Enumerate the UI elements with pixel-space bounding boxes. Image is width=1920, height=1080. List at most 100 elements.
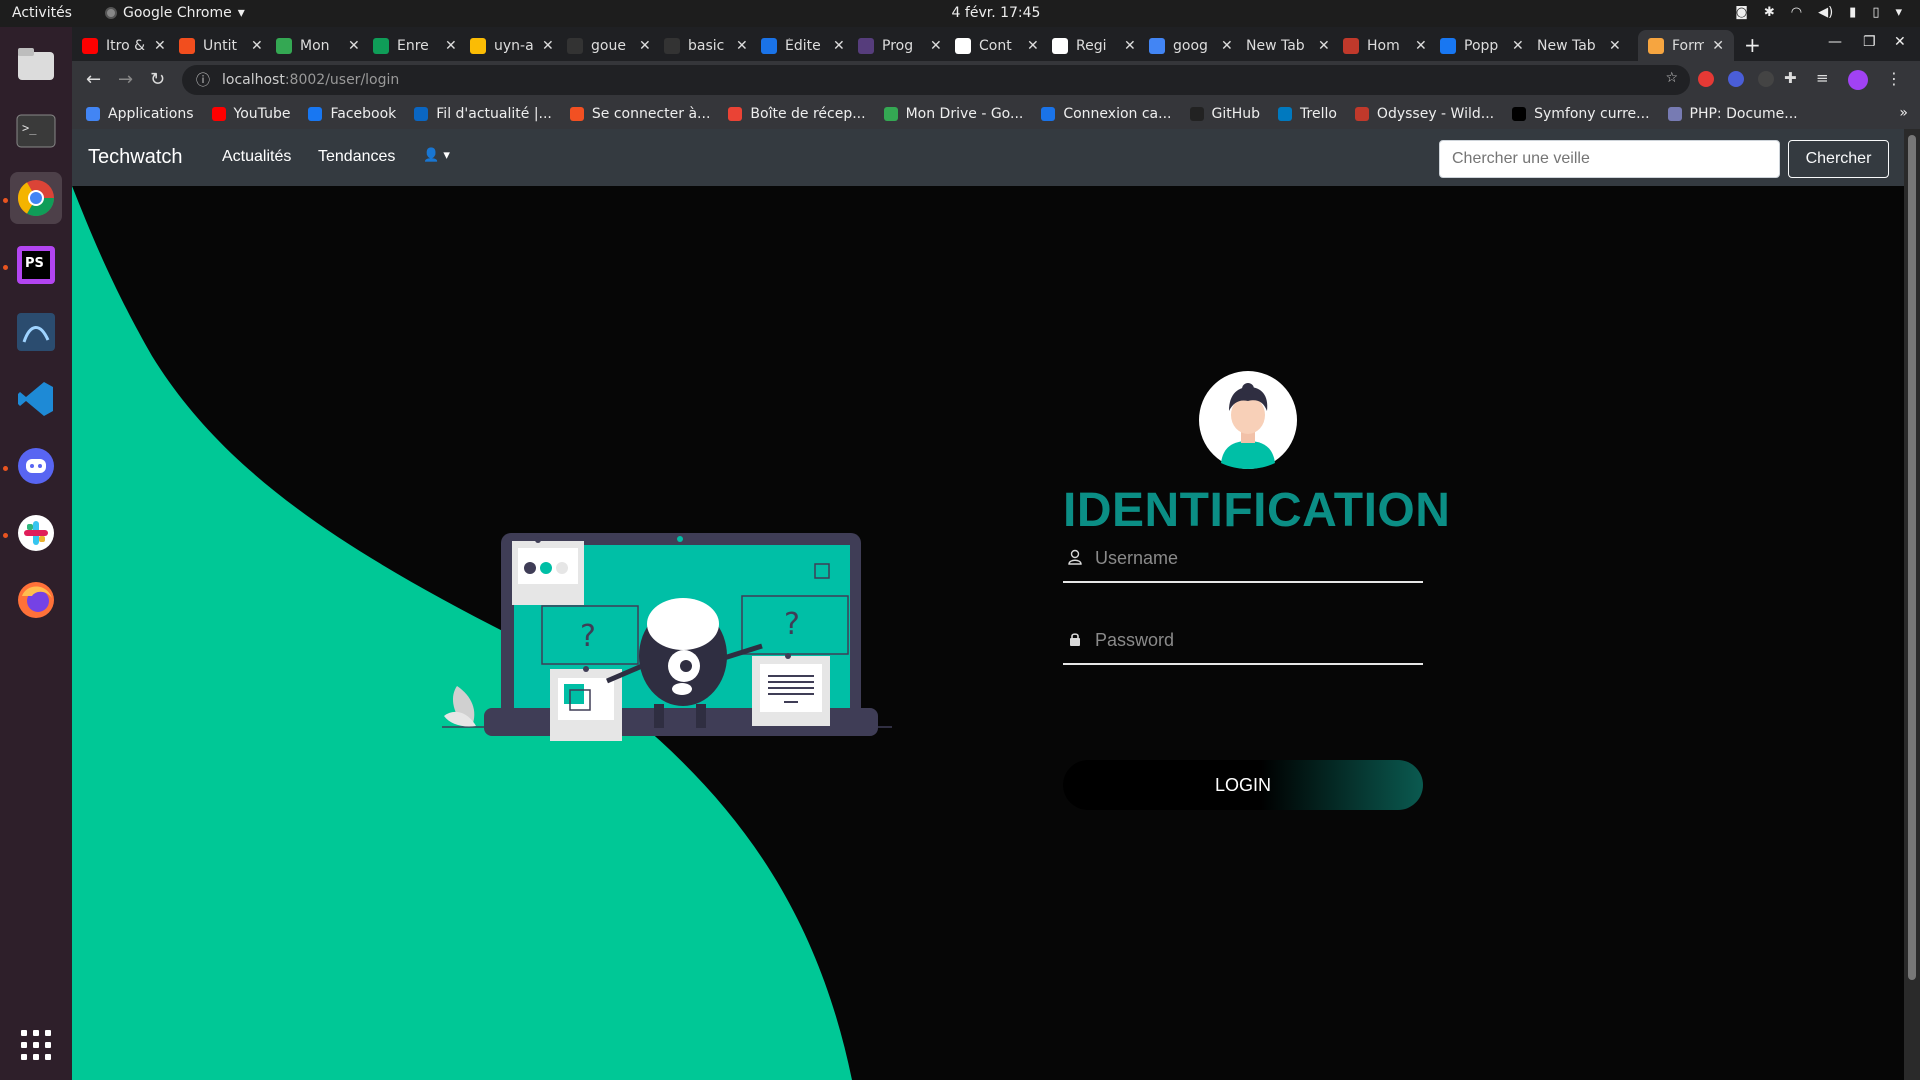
nav-link-trends[interactable]: Tendances bbox=[318, 148, 395, 166]
menu-chevron-icon[interactable]: ▾ bbox=[1895, 5, 1902, 20]
close-tab-icon[interactable]: ✕ bbox=[542, 38, 554, 54]
battery-icon[interactable]: ▯ bbox=[1872, 5, 1879, 20]
maximize-window-icon[interactable]: ❐ bbox=[1863, 34, 1876, 50]
browser-tab[interactable]: New Tab ✕ bbox=[1236, 30, 1340, 61]
bookmark-item[interactable]: Connexion ca... bbox=[1041, 106, 1172, 122]
page-scrollbar[interactable] bbox=[1904, 129, 1920, 1080]
browser-tab[interactable]: Édite ✕ bbox=[751, 30, 855, 61]
extension-gear-icon[interactable] bbox=[1728, 71, 1744, 87]
dock-phpstorm[interactable]: PS bbox=[10, 239, 62, 291]
close-window-icon[interactable]: ✕ bbox=[1894, 34, 1906, 50]
close-tab-icon[interactable]: ✕ bbox=[930, 38, 942, 54]
browser-tab-active[interactable]: Form ✕ bbox=[1638, 30, 1734, 61]
password-input[interactable] bbox=[1095, 623, 1415, 657]
bookmark-item[interactable]: Fil d'actualité |... bbox=[414, 106, 552, 122]
microphone-icon[interactable]: ▮ bbox=[1849, 5, 1856, 20]
discord-tray-icon[interactable]: ◙ bbox=[1735, 5, 1748, 20]
bookmark-item[interactable]: PHP: Docume... bbox=[1667, 106, 1798, 122]
browser-tab[interactable]: Untit ✕ bbox=[169, 30, 273, 61]
browser-tab[interactable]: goog ✕ bbox=[1139, 30, 1243, 61]
close-tab-icon[interactable]: ✕ bbox=[445, 38, 457, 54]
bookmark-item[interactable]: Boîte de récep... bbox=[728, 106, 866, 122]
profile-avatar-icon[interactable] bbox=[1848, 70, 1868, 90]
bookmark-item[interactable]: Symfony curre... bbox=[1512, 106, 1650, 122]
more-bookmarks-icon[interactable]: » bbox=[1899, 105, 1908, 121]
dock-terminal[interactable]: >_ bbox=[10, 105, 62, 157]
browser-tab[interactable]: Itro & ✕ bbox=[72, 30, 176, 61]
browser-tab[interactable]: Hom ✕ bbox=[1333, 30, 1437, 61]
close-tab-icon[interactable]: ✕ bbox=[1512, 38, 1524, 54]
login-button[interactable]: LOGIN bbox=[1063, 760, 1423, 810]
browser-tab[interactable]: goue ✕ bbox=[557, 30, 661, 61]
user-avatar bbox=[1199, 371, 1297, 469]
dock-firefox[interactable] bbox=[10, 574, 62, 626]
bookmark-item[interactable]: Applications bbox=[86, 106, 194, 122]
site-info-icon[interactable]: ⓘ bbox=[196, 70, 210, 90]
browser-tab[interactable]: Mon ✕ bbox=[266, 30, 370, 61]
scrollbar-thumb[interactable] bbox=[1908, 135, 1916, 980]
bookmark-item[interactable]: Facebook bbox=[308, 106, 396, 122]
login-form: IDENTIFICATION LOGIN bbox=[1063, 186, 1450, 1080]
tab-favicon-icon bbox=[82, 37, 98, 54]
close-tab-icon[interactable]: ✕ bbox=[251, 38, 263, 54]
back-arrow-icon[interactable]: ← bbox=[86, 69, 101, 90]
browser-tab[interactable]: Popp ✕ bbox=[1430, 30, 1534, 61]
forward-arrow-icon[interactable]: → bbox=[118, 69, 133, 90]
kebab-menu-icon[interactable]: ⋮ bbox=[1886, 69, 1902, 88]
search-button[interactable]: Chercher bbox=[1788, 140, 1889, 178]
close-tab-icon[interactable]: ✕ bbox=[1318, 38, 1330, 54]
site-brand[interactable]: Techwatch bbox=[88, 146, 183, 169]
user-dropdown[interactable]: 👤 ▾ bbox=[423, 148, 450, 163]
tab-favicon-icon bbox=[1648, 37, 1664, 54]
bookmark-item[interactable]: Se connecter à... bbox=[569, 106, 710, 122]
dock-slack[interactable] bbox=[10, 507, 62, 559]
dock-files[interactable] bbox=[10, 38, 62, 90]
laptop-illustration: ? ? bbox=[442, 533, 892, 741]
dock-discord[interactable] bbox=[10, 440, 62, 492]
browser-tab[interactable]: Regi ✕ bbox=[1042, 30, 1146, 61]
volume-icon[interactable]: ◀) bbox=[1818, 5, 1833, 20]
close-tab-icon[interactable]: ✕ bbox=[1124, 38, 1136, 54]
bookmark-item[interactable]: Mon Drive - Go... bbox=[883, 106, 1023, 122]
close-tab-icon[interactable]: ✕ bbox=[1712, 38, 1724, 54]
extension-tool-icon[interactable] bbox=[1758, 71, 1774, 87]
browser-tab[interactable]: Prog ✕ bbox=[848, 30, 952, 61]
browser-tab[interactable]: Cont ✕ bbox=[945, 30, 1049, 61]
bookmark-item[interactable]: GitHub bbox=[1189, 106, 1260, 122]
close-tab-icon[interactable]: ✕ bbox=[736, 38, 748, 54]
bookmark-item[interactable]: Odyssey - Wild... bbox=[1354, 106, 1494, 122]
media-control-icon[interactable]: ≡ bbox=[1816, 69, 1829, 87]
browser-tab[interactable]: New Tab ✕ bbox=[1527, 30, 1631, 61]
close-tab-icon[interactable]: ✕ bbox=[154, 38, 166, 54]
close-tab-icon[interactable]: ✕ bbox=[1415, 38, 1427, 54]
wifi-icon[interactable]: ◠ bbox=[1791, 5, 1802, 20]
nav-link-news[interactable]: Actualités bbox=[222, 148, 291, 166]
close-tab-icon[interactable]: ✕ bbox=[1221, 38, 1233, 54]
extension-adblock-icon[interactable] bbox=[1698, 71, 1714, 87]
browser-tab[interactable]: uyn-a ✕ bbox=[460, 30, 564, 61]
dock-mysql-workbench[interactable] bbox=[10, 306, 62, 358]
close-tab-icon[interactable]: ✕ bbox=[348, 38, 360, 54]
slack-tray-icon[interactable]: ✱ bbox=[1764, 5, 1775, 20]
close-tab-icon[interactable]: ✕ bbox=[1609, 38, 1621, 54]
bookmark-star-icon[interactable]: ☆ bbox=[1665, 70, 1678, 86]
show-applications-icon[interactable] bbox=[21, 1030, 51, 1060]
dock-chrome[interactable] bbox=[10, 172, 62, 224]
address-bar[interactable]: ⓘ localhost:8002/user/login ☆ bbox=[182, 65, 1690, 95]
system-tray[interactable]: ◙ ✱ ◠ ◀) ▮ ▯ ▾ bbox=[1735, 5, 1902, 20]
search-input[interactable] bbox=[1439, 140, 1780, 178]
close-tab-icon[interactable]: ✕ bbox=[1027, 38, 1039, 54]
bookmark-item[interactable]: Trello bbox=[1278, 106, 1337, 122]
close-tab-icon[interactable]: ✕ bbox=[639, 38, 651, 54]
dock-vscode[interactable] bbox=[10, 373, 62, 425]
extensions-puzzle-icon[interactable]: ✚ bbox=[1784, 69, 1797, 87]
close-tab-icon[interactable]: ✕ bbox=[833, 38, 845, 54]
minimize-window-icon[interactable]: — bbox=[1828, 34, 1842, 50]
username-input[interactable] bbox=[1095, 541, 1415, 575]
bookmark-item[interactable]: YouTube bbox=[211, 106, 290, 122]
browser-tab[interactable]: Enre ✕ bbox=[363, 30, 467, 61]
browser-tab[interactable]: basic ✕ bbox=[654, 30, 758, 61]
new-tab-button[interactable]: + bbox=[1744, 33, 1761, 57]
reload-icon[interactable]: ↻ bbox=[150, 69, 165, 90]
system-clock[interactable]: 4 févr. 17:45 bbox=[0, 5, 1920, 21]
